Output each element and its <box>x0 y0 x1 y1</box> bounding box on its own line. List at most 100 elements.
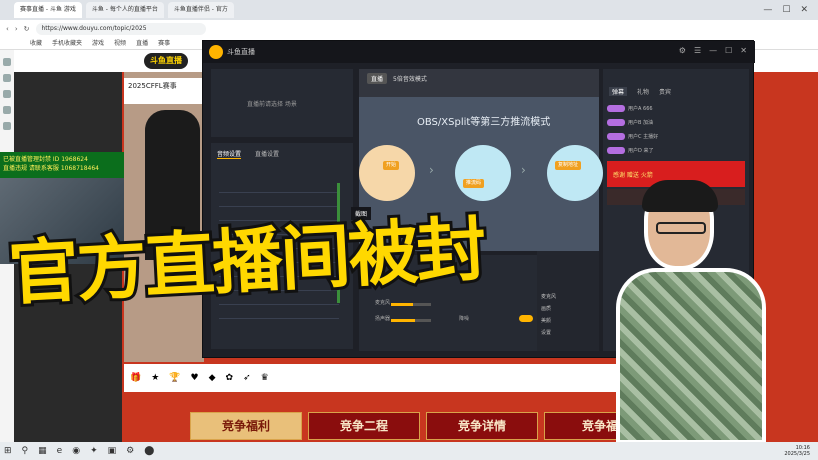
close-icon[interactable]: ✕ <box>740 46 747 55</box>
level-badge-icon <box>607 118 625 126</box>
bookmark-item[interactable]: 手机收藏夹 <box>52 38 82 49</box>
presenter-cutout <box>616 178 766 444</box>
star-icon[interactable]: ★ <box>151 373 159 383</box>
app-window-controls: ⚙ ☰ — ☐ ✕ <box>679 46 747 55</box>
level-badge-icon <box>607 146 625 154</box>
minimize-icon[interactable]: — <box>763 5 772 15</box>
app-icon[interactable]: ▣ <box>108 446 117 456</box>
minimize-icon[interactable]: — <box>709 46 717 55</box>
chat-message: 用户C 主播好 <box>607 130 745 142</box>
bookmark-item[interactable]: 视频 <box>114 38 126 49</box>
chat-message: 用户D 来了 <box>607 144 745 156</box>
browser-tabbar: 赛事直播 - 斗鱼 游戏 斗鱼 - 每个人的直播平台 斗鱼直播伴侣 - 官方 —… <box>0 0 818 20</box>
url-input[interactable]: https://www.douyu.com/topic/2025 <box>35 23 206 35</box>
stage-button[interactable]: 竞争二程 <box>308 412 420 440</box>
forward-icon[interactable]: › <box>15 25 18 33</box>
gift-icon[interactable]: 🎁 <box>130 373 141 383</box>
preview-header: 直播 5倍音效模式 <box>367 73 427 84</box>
quick-item-quality[interactable]: 画质 <box>541 303 595 315</box>
presenter-body <box>616 268 766 444</box>
control-label: 麦克风 <box>375 300 391 306</box>
flower-icon[interactable]: ✿ <box>226 373 234 383</box>
crown-icon[interactable]: ♛ <box>261 373 269 383</box>
mixer-tabs: 音频设置 直播设置 <box>211 143 353 165</box>
taskview-icon[interactable]: ▦ <box>38 446 47 456</box>
quick-item-settings[interactable]: 设置 <box>541 327 595 339</box>
menu-icon[interactable]: ☰ <box>694 46 701 55</box>
start-icon[interactable]: ⊞ <box>4 446 12 456</box>
noise-toggle[interactable] <box>519 315 533 322</box>
bookmark-item[interactable]: 赛事 <box>158 38 170 49</box>
close-icon[interactable]: ✕ <box>800 5 808 15</box>
stage-button[interactable]: 竞争详情 <box>426 412 538 440</box>
app-name: 斗鱼直播 <box>227 48 255 56</box>
arrow-right-icon: › <box>429 163 434 177</box>
tab-audio[interactable]: 音频设置 <box>217 149 242 159</box>
chat-tabs: 弹幕 礼物 贵宾 <box>603 69 749 100</box>
app-icon[interactable]: ⬤ <box>144 446 154 456</box>
tab-live[interactable]: 直播设置 <box>255 149 279 159</box>
sidebar-icon[interactable] <box>3 58 11 66</box>
site-logo[interactable]: 斗鱼直播 <box>144 53 188 69</box>
stage-nav: 竞争福利 竞争二程 竞争详情 竞争福 <box>190 412 656 440</box>
app-logo-icon <box>209 45 223 59</box>
chrome-icon[interactable]: ◉ <box>72 446 80 456</box>
sidebar-icon[interactable] <box>3 122 11 130</box>
preview-title: 5倍音效模式 <box>393 76 427 83</box>
copy-url-button[interactable]: 复制地址 <box>555 161 582 170</box>
step-circle <box>547 145 603 201</box>
stream-key-button[interactable]: 推流码 <box>463 179 485 188</box>
rocket-icon[interactable]: ➶ <box>243 373 251 383</box>
refresh-icon[interactable]: ↻ <box>24 25 30 33</box>
speaker-slider[interactable] <box>391 319 431 322</box>
tab-gift[interactable]: 礼物 <box>637 87 649 96</box>
maximize-icon[interactable]: ☐ <box>725 46 732 55</box>
quick-item-mic[interactable]: 麦克风 <box>541 291 595 303</box>
quick-item-beauty[interactable]: 美颜 <box>541 315 595 327</box>
fan-icon[interactable]: ♥ <box>191 373 199 383</box>
chat-message: 用户A 666 <box>607 102 745 114</box>
settings-icon[interactable]: ⚙ <box>679 46 686 55</box>
app-icon[interactable]: ✦ <box>90 446 98 456</box>
sidebar-icon[interactable] <box>3 74 11 82</box>
bookmark-item[interactable]: 直播 <box>136 38 148 49</box>
level-badge-icon <box>607 132 625 140</box>
sidebar-icon[interactable] <box>3 90 11 98</box>
trophy-icon[interactable]: 🏆 <box>169 373 180 383</box>
search-icon[interactable]: ⚲ <box>22 446 29 456</box>
step-circle <box>455 145 511 201</box>
cam-overlay-text: 已被直播管理封禁 ID 1968624 直播违规 请联系客服 106871846… <box>0 152 124 178</box>
diamond-icon[interactable]: ◆ <box>209 373 216 383</box>
preview-center-text: OBS/XSplit等第三方推流模式 <box>417 117 551 128</box>
maximize-icon[interactable]: ☐ <box>782 5 790 15</box>
stage-button[interactable]: 竞争福利 <box>190 412 302 440</box>
system-clock[interactable]: 10:16 2025/3/25 <box>784 445 810 457</box>
app-titlebar: 斗鱼直播 ⚙ ☰ — ☐ ✕ <box>203 41 755 63</box>
scene-hint: 直播前请选择 场景 <box>247 101 297 108</box>
app-icon[interactable]: ⚙ <box>126 446 134 456</box>
glasses-icon <box>656 222 706 234</box>
back-icon[interactable]: ‹ <box>6 25 9 33</box>
tab-danmaku[interactable]: 弹幕 <box>609 87 628 96</box>
browser-tab[interactable]: 赛事直播 - 斗鱼 游戏 <box>14 2 82 18</box>
live-title: 2025CFFL赛事 <box>124 78 204 104</box>
presenter-hair <box>642 180 718 212</box>
control-label: 扬声器 <box>375 316 391 322</box>
arrow-right-icon: › <box>521 163 526 177</box>
edge-icon[interactable]: e <box>57 446 63 456</box>
quick-settings-panel: 麦克风 画质 美颜 设置 <box>537 251 599 351</box>
os-taskbar: ⊞ ⚲ ▦ e ◉ ✦ ▣ ⚙ ⬤ 10:16 2025/3/25 <box>0 442 818 460</box>
preview-badge: 直播 <box>367 73 388 84</box>
level-badge-icon <box>607 104 625 112</box>
tab-vip[interactable]: 贵宾 <box>659 87 671 96</box>
browser-tab[interactable]: 斗鱼直播伴侣 - 官方 <box>167 2 234 18</box>
mic-slider[interactable] <box>391 303 431 306</box>
step-circle <box>359 145 415 201</box>
scene-panel: 直播前请选择 场景 <box>211 69 353 137</box>
bookmark-item[interactable]: 游戏 <box>92 38 104 49</box>
start-button[interactable]: 开始 <box>383 161 400 170</box>
sidebar-icon[interactable] <box>3 106 11 114</box>
address-bar: ‹ › ↻ https://www.douyu.com/topic/2025 <box>0 20 818 38</box>
browser-tab[interactable]: 斗鱼 - 每个人的直播平台 <box>85 2 164 18</box>
bookmark-item[interactable]: 收藏 <box>30 38 42 49</box>
